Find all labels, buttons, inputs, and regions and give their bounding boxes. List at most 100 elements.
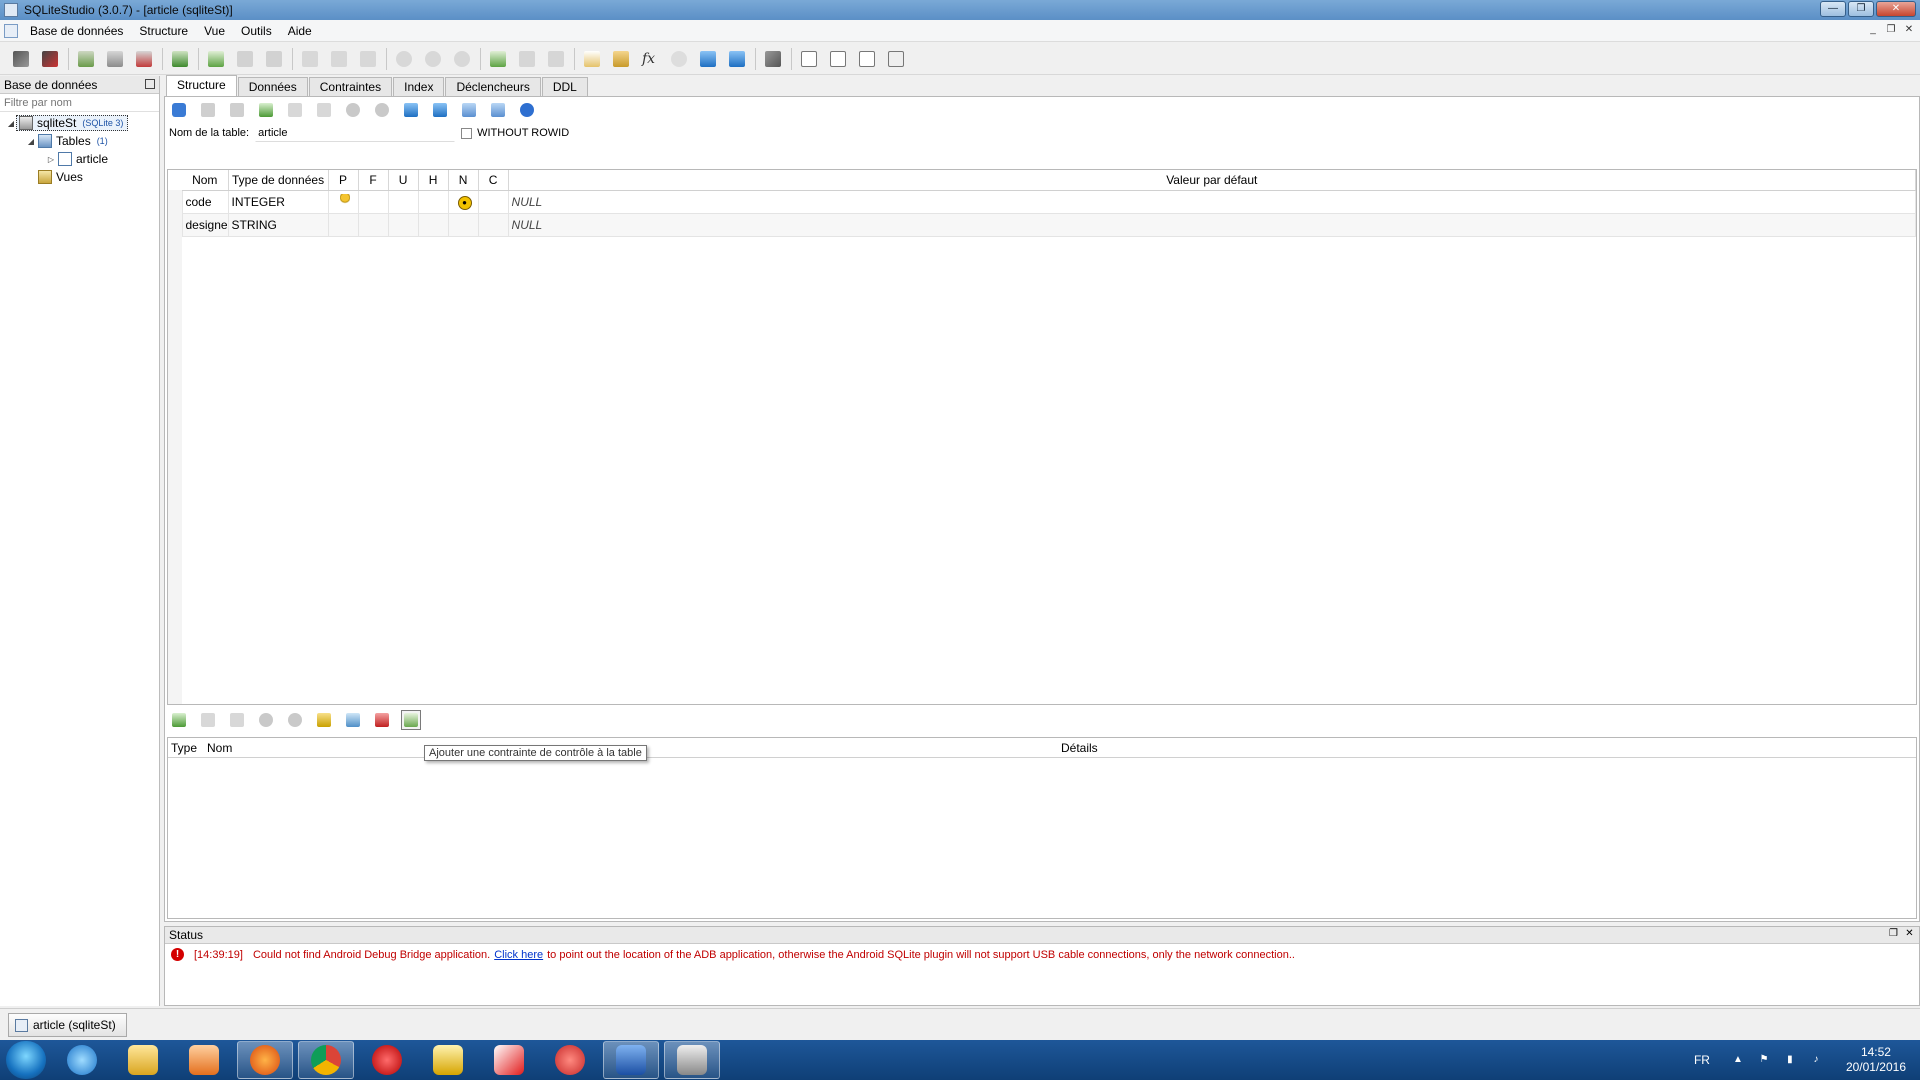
col-header-collate[interactable]: C xyxy=(478,170,509,191)
config-button[interactable] xyxy=(762,48,784,70)
import-button[interactable] xyxy=(697,48,719,70)
tile-horizontal-button[interactable] xyxy=(827,48,849,70)
table-name-input[interactable] xyxy=(255,124,456,142)
taskbar-app-red[interactable] xyxy=(359,1041,415,1079)
column-type[interactable]: STRING xyxy=(228,213,329,237)
column-default[interactable]: NULL xyxy=(508,190,1917,214)
mdi-restore-icon[interactable]: ❐ xyxy=(1884,23,1898,37)
tray-expand-icon[interactable]: ▲ xyxy=(1732,1054,1744,1066)
move-column-down-button[interactable] xyxy=(372,100,392,120)
taskbar-chrome[interactable] xyxy=(298,1041,354,1079)
menu-database[interactable]: Base de données xyxy=(22,20,131,42)
refresh-db-button[interactable] xyxy=(169,48,191,70)
status-link[interactable]: Click here xyxy=(494,949,543,961)
reset-autoincrement-button[interactable] xyxy=(517,100,537,120)
edit-table-button[interactable] xyxy=(234,48,256,70)
import-structure-button[interactable] xyxy=(401,100,421,120)
column-type[interactable]: INTEGER xyxy=(228,190,329,214)
taskbar-firefox[interactable] xyxy=(237,1041,293,1079)
taskbar-sqlitestudio[interactable] xyxy=(664,1041,720,1079)
sql-editor-button[interactable] xyxy=(581,48,603,70)
delete-trigger-button[interactable] xyxy=(451,48,473,70)
cascade-windows-button[interactable] xyxy=(885,48,907,70)
cell-collate[interactable] xyxy=(478,190,509,214)
network-signal-icon[interactable]: ▮ xyxy=(1784,1054,1796,1066)
collations-button[interactable] xyxy=(668,48,690,70)
cell-check[interactable] xyxy=(418,190,449,214)
menu-view[interactable]: Vue xyxy=(196,20,233,42)
functions-button[interactable]: fx xyxy=(639,48,661,70)
new-index-button[interactable] xyxy=(299,48,321,70)
cell-pk[interactable] xyxy=(328,213,359,237)
tab-index[interactable]: Index xyxy=(393,77,445,96)
add-column-button[interactable] xyxy=(256,100,276,120)
commit-structure-button[interactable] xyxy=(198,100,218,120)
move-constraint-up-button[interactable] xyxy=(256,710,276,730)
taskbar-explorer[interactable] xyxy=(115,1041,171,1079)
edit-constraint-button[interactable] xyxy=(198,710,218,730)
cell-unique[interactable] xyxy=(388,190,419,214)
action-center-flag-icon[interactable]: ⚑ xyxy=(1758,1054,1770,1066)
tab-constraints[interactable]: Contraintes xyxy=(308,77,393,96)
export-structure-button[interactable] xyxy=(430,100,450,120)
refresh-structure-button[interactable] xyxy=(169,100,189,120)
taskbar-kaspersky[interactable] xyxy=(481,1041,537,1079)
add-fk-button[interactable] xyxy=(343,710,363,730)
tree-expand-icon[interactable]: ◢ xyxy=(6,119,16,128)
taskbar-media-player[interactable] xyxy=(176,1041,232,1079)
status-float-icon[interactable]: ❐ xyxy=(1888,929,1899,940)
edit-view-button[interactable] xyxy=(516,48,538,70)
constraint-header-type[interactable]: Type xyxy=(171,741,197,755)
add-constraint-button[interactable] xyxy=(169,710,189,730)
tree-tables-node[interactable]: ◢ Tables (1) xyxy=(0,132,159,150)
tree-expand-icon[interactable]: ◢ xyxy=(26,137,36,146)
disconnect-db-button[interactable] xyxy=(39,48,61,70)
add-unique-button[interactable] xyxy=(372,710,392,730)
add-db-button[interactable] xyxy=(75,48,97,70)
window-task-article[interactable]: article (sqliteSt) xyxy=(8,1013,127,1037)
tile-vertical-button[interactable] xyxy=(856,48,878,70)
start-button[interactable] xyxy=(6,1041,46,1079)
col-header-type[interactable]: Type de données xyxy=(228,170,329,191)
create-similar-button[interactable] xyxy=(488,100,508,120)
tab-triggers[interactable]: Déclencheurs xyxy=(445,77,541,96)
tile-windows-button[interactable] xyxy=(798,48,820,70)
menu-help[interactable]: Aide xyxy=(280,20,320,42)
column-default[interactable]: NULL xyxy=(508,213,1917,237)
mdi-close-icon[interactable]: ✕ xyxy=(1902,23,1916,37)
clock[interactable]: 14:52 20/01/2016 xyxy=(1846,1045,1906,1075)
tree-table-article[interactable]: ▷ article xyxy=(0,150,159,168)
edit-trigger-button[interactable] xyxy=(422,48,444,70)
move-column-up-button[interactable] xyxy=(343,100,363,120)
export-button[interactable] xyxy=(726,48,748,70)
move-constraint-down-button[interactable] xyxy=(285,710,305,730)
taskbar-ie[interactable] xyxy=(54,1041,110,1079)
tree-db-node[interactable]: ◢ sqliteSt (SQLite 3) xyxy=(0,114,159,132)
connect-db-button[interactable] xyxy=(10,48,32,70)
cell-fk[interactable] xyxy=(358,190,389,214)
volume-icon[interactable]: ♪ xyxy=(1810,1054,1822,1066)
delete-column-button[interactable] xyxy=(314,100,334,120)
cell-unique[interactable] xyxy=(388,213,419,237)
col-header-check[interactable]: H xyxy=(418,170,449,191)
col-header-notnull[interactable]: N xyxy=(448,170,479,191)
delete-view-button[interactable] xyxy=(545,48,567,70)
new-trigger-button[interactable] xyxy=(393,48,415,70)
status-close-icon[interactable]: ✕ xyxy=(1904,929,1915,940)
column-name[interactable]: code xyxy=(182,190,229,214)
menu-tools[interactable]: Outils xyxy=(233,20,280,42)
col-header-name[interactable]: Nom xyxy=(182,170,229,191)
remove-db-button[interactable] xyxy=(133,48,155,70)
menu-structure[interactable]: Structure xyxy=(131,20,196,42)
delete-index-button[interactable] xyxy=(357,48,379,70)
cell-collate[interactable] xyxy=(478,213,509,237)
mdi-minimize-icon[interactable]: _ xyxy=(1866,23,1880,37)
new-view-button[interactable] xyxy=(487,48,509,70)
column-name[interactable]: designe xyxy=(182,213,229,237)
cell-check[interactable] xyxy=(418,213,449,237)
add-check-button[interactable] xyxy=(401,710,421,730)
col-header-unique[interactable]: U xyxy=(388,170,419,191)
edit-column-button[interactable] xyxy=(285,100,305,120)
table-row[interactable]: 2 designe STRING NULL xyxy=(168,213,1917,237)
cell-notnull[interactable] xyxy=(448,213,479,237)
